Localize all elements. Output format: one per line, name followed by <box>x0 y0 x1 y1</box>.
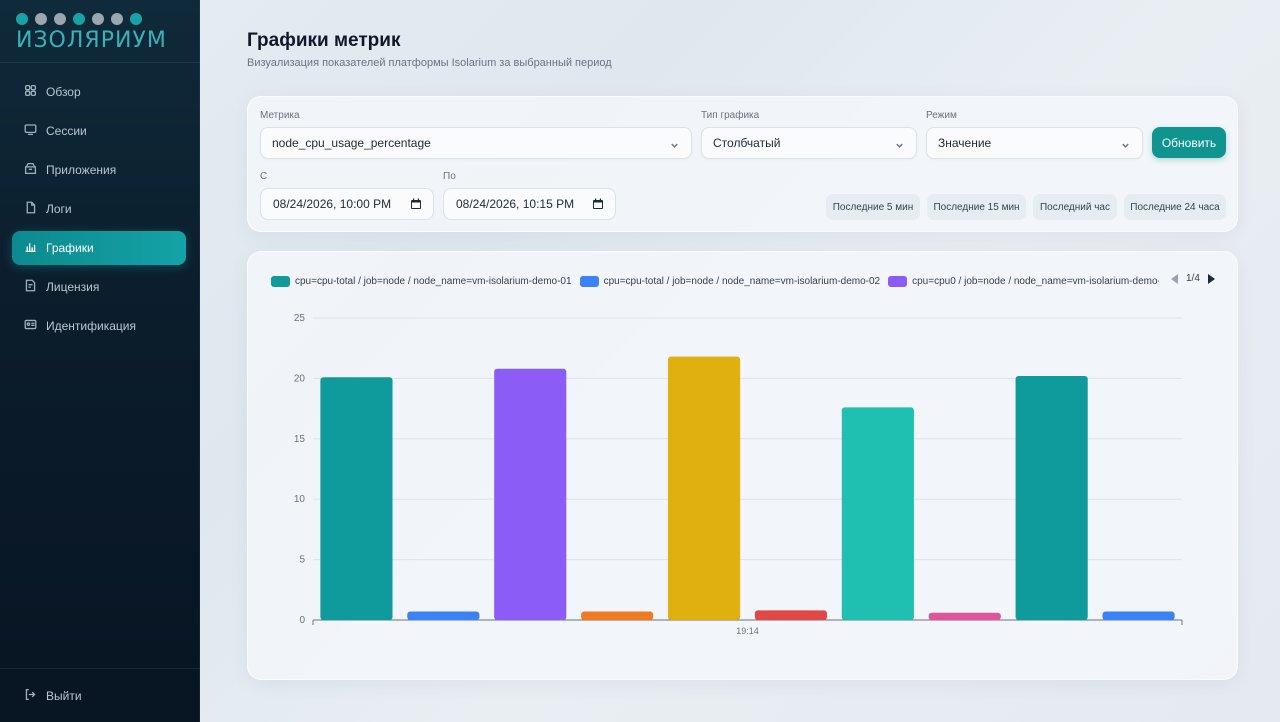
sidebar-item-label: Сессии <box>46 124 87 138</box>
divider <box>0 62 200 63</box>
bar <box>494 368 567 620</box>
package-icon <box>24 162 46 178</box>
logout-button[interactable]: Выйти <box>24 688 82 704</box>
y-tick-label: 15 <box>294 434 306 445</box>
bar <box>928 612 1001 620</box>
bar <box>320 377 393 620</box>
chevron-down-icon <box>1121 139 1130 148</box>
logo-dot <box>54 13 66 25</box>
sidebar-item-6[interactable]: Идентификация <box>12 309 186 343</box>
metric-select[interactable]: node_cpu_usage_percentage <box>260 127 692 159</box>
logo-dot <box>35 13 47 25</box>
bar-chart: 0 5 10 15 20 25 19:14 <box>294 313 1183 636</box>
quick-range-24h[interactable]: Последние 24 часа <box>1124 194 1226 220</box>
logo-text: ИЗОЛЯРИУМ <box>16 28 167 53</box>
chevron-down-icon <box>895 139 904 148</box>
chart-type-value: Столбчатый <box>713 136 781 150</box>
calendar-icon[interactable] <box>592 198 604 210</box>
logo-dots <box>16 13 166 25</box>
from-value: 08/24/2026, 10:00 PM <box>273 197 392 211</box>
mode-value: Значение <box>938 136 992 150</box>
to-value: 08/24/2026, 10:15 PM <box>456 197 575 211</box>
sidebar-item-1[interactable]: Сессии <box>12 114 186 148</box>
sidebar-item-label: Лицензия <box>46 280 100 294</box>
sidebar-nav: Обзор Сессии Приложения Логи Графики Лицензия… <box>12 75 186 348</box>
logo-dot <box>16 13 28 25</box>
file-icon <box>24 201 46 217</box>
from-label: С <box>260 171 268 182</box>
sidebar-item-5[interactable]: Лицензия <box>12 270 186 304</box>
quick-range-5min[interactable]: Последние 5 мин <box>826 194 920 220</box>
id-card-icon <box>24 318 46 334</box>
logo-dot <box>92 13 104 25</box>
calendar-icon[interactable] <box>410 198 422 210</box>
to-date-input[interactable]: 08/24/2026, 10:15 PM <box>443 188 616 220</box>
logout-icon <box>24 688 46 704</box>
bar <box>407 611 480 620</box>
sidebar: ИЗОЛЯРИУМ Обзор Сессии Приложения Логи Графи… <box>0 0 200 722</box>
metric-label: Метрика <box>260 110 300 121</box>
to-label: По <box>443 171 456 182</box>
y-tick-label: 20 <box>294 373 306 384</box>
legend-swatch <box>888 276 908 287</box>
chart-type-label: Тип графика <box>701 110 760 121</box>
mode-label: Режим <box>926 110 957 121</box>
logo-dot <box>111 13 123 25</box>
chart-legend: cpu=cpu-total / job=node / node_name=vm-… <box>271 274 1159 290</box>
sidebar-item-0[interactable]: Обзор <box>12 75 186 109</box>
legend-label: cpu=cpu0 / job=node / node_name=vm-isola… <box>912 276 1159 287</box>
sidebar-item-4[interactable]: Графики <box>12 231 186 265</box>
y-tick-label: 25 <box>294 313 306 324</box>
bar <box>754 610 828 620</box>
legend-swatch <box>271 276 290 287</box>
legend-item[interactable]: cpu=cpu-total / job=node / node_name=vm-… <box>271 276 572 287</box>
license-icon <box>24 279 46 295</box>
y-tick-label: 0 <box>299 615 305 626</box>
grid-icon <box>24 84 46 100</box>
logout-label: Выйти <box>46 689 82 703</box>
legend-label: cpu=cpu-total / job=node / node_name=vm-… <box>603 276 881 287</box>
legend-item[interactable]: cpu=cpu0 / job=node / node_name=vm-isola… <box>888 276 1159 287</box>
page-title: Графики метрик <box>247 30 401 51</box>
logo-dot <box>73 13 85 25</box>
legend-next-icon[interactable] <box>1207 273 1215 284</box>
logo[interactable]: ИЗОЛЯРИУМ <box>16 13 166 53</box>
sidebar-item-label: Обзор <box>46 85 81 99</box>
monitor-icon <box>24 123 46 139</box>
sidebar-item-label: Логи <box>46 202 72 216</box>
sidebar-item-label: Графики <box>46 241 94 255</box>
sidebar-item-2[interactable]: Приложения <box>12 153 186 187</box>
y-tick-label: 5 <box>299 555 305 566</box>
legend-item[interactable]: cpu=cpu-total / job=node / node_name=vm-… <box>579 276 881 287</box>
logo-dot <box>130 13 142 25</box>
bar <box>1015 375 1088 620</box>
quick-range-15min[interactable]: Последние 15 мин <box>927 194 1026 220</box>
bar <box>1102 611 1175 620</box>
legend-label: cpu=cpu-total / job=node / node_name=vm-… <box>295 276 572 287</box>
bar-chart-icon <box>24 240 46 256</box>
filters-panel: Метрика node_cpu_usage_percentage Тип гр… <box>247 96 1238 232</box>
legend-pager: 1/4 <box>1171 273 1215 284</box>
refresh-button[interactable]: Обновить <box>1152 127 1226 158</box>
divider <box>0 668 200 669</box>
bar <box>581 611 654 620</box>
chevron-down-icon <box>670 139 679 148</box>
y-tick-label: 10 <box>294 494 306 505</box>
bar <box>667 356 741 620</box>
sidebar-item-3[interactable]: Логи <box>12 192 186 226</box>
chart-type-select[interactable]: Столбчатый <box>701 127 917 159</box>
bar <box>841 407 914 620</box>
sidebar-item-label: Идентификация <box>46 319 136 333</box>
page-subtitle: Визуализация показателей платформы Isola… <box>247 57 612 69</box>
metric-value: node_cpu_usage_percentage <box>272 136 431 150</box>
from-date-input[interactable]: 08/24/2026, 10:00 PM <box>260 188 434 220</box>
legend-prev-icon[interactable] <box>1171 273 1178 284</box>
legend-page: 1/4 <box>1186 273 1200 284</box>
sidebar-item-label: Приложения <box>46 163 117 177</box>
quick-range-1h[interactable]: Последний час <box>1033 194 1117 220</box>
mode-select[interactable]: Значение <box>926 127 1143 159</box>
x-tick-label: 19:14 <box>736 626 759 636</box>
chart-panel: 0 5 10 15 20 25 19:14 cpu=cpu-total / job=node… <box>247 251 1238 680</box>
legend-swatch <box>579 276 599 287</box>
